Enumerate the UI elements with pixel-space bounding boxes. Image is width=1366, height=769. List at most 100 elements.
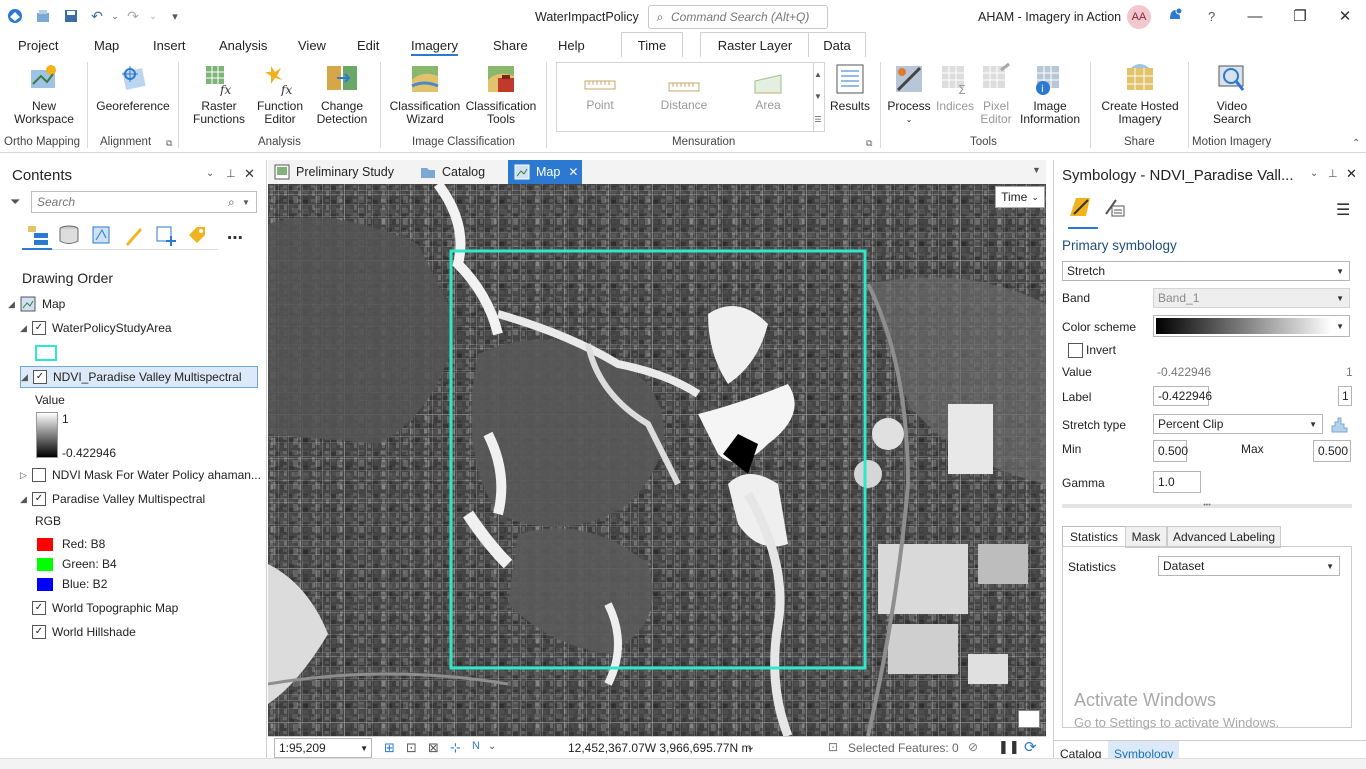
help-icon[interactable]: ? <box>1208 9 1215 24</box>
pause-drawing-icon[interactable]: ❚❚ <box>998 739 1020 755</box>
subtab-statistics[interactable]: Statistics <box>1062 526 1126 547</box>
statistics-dropdown[interactable]: Dataset ▼ <box>1158 556 1340 576</box>
tab-project[interactable]: Project <box>18 38 58 53</box>
filter-icon[interactable]: ⏷ <box>10 194 20 210</box>
layer-hillshade[interactable]: ✓ World Hillshade <box>32 622 136 642</box>
results-button[interactable]: Results <box>828 62 872 113</box>
label-input[interactable]: -0.422946 <box>1153 386 1212 406</box>
redo-icon[interactable]: ↷ <box>124 7 142 25</box>
collapse-ribbon-icon[interactable]: ⌃ <box>1352 138 1360 149</box>
change-detection-button[interactable]: Change Detection <box>312 62 372 126</box>
tab-share[interactable]: Share <box>493 38 528 53</box>
ndvi-imagery[interactable] <box>268 184 1046 736</box>
primary-symbology-tab-icon[interactable] <box>1068 194 1094 221</box>
undo-icon[interactable]: ↶ <box>88 7 106 25</box>
collapse-icon[interactable]: ◢ <box>20 323 30 334</box>
layer-visibility-checkbox[interactable]: ✓ <box>33 370 47 384</box>
scale-selector[interactable]: 1:95,209 ▼ <box>274 738 372 758</box>
close-window-icon[interactable]: ✕ <box>1330 4 1360 28</box>
layer-multispectral[interactable]: ◢ ✓ Paradise Valley Multispectral <box>20 489 205 509</box>
study-area-symbol[interactable] <box>35 345 57 361</box>
point-button[interactable]: Point <box>575 71 625 112</box>
measure-icon[interactable]: ⊠ <box>428 740 439 756</box>
tab-data[interactable]: Data <box>808 32 866 57</box>
collapse-icon[interactable]: ◢ <box>8 299 18 310</box>
search-dropdown-icon[interactable]: ▼ <box>242 198 256 207</box>
close-tab-icon[interactable]: ✕ <box>568 165 578 179</box>
north-arrow-icon[interactable]: N <box>472 740 480 752</box>
renderer-dropdown[interactable]: Stretch ▼ <box>1062 261 1350 281</box>
label-index-input[interactable]: 1 <box>1338 386 1352 406</box>
contents-search-input[interactable]: Search ⌕ ▼ <box>31 191 257 213</box>
ndvi-gradient-swatch[interactable] <box>36 412 58 458</box>
value-field[interactable]: -0.422946 <box>1157 365 1211 379</box>
list-by-editing-icon[interactable] <box>122 224 144 249</box>
tab-map[interactable]: Map <box>94 38 119 53</box>
map-overview-icon[interactable] <box>1018 710 1040 728</box>
distance-button[interactable]: Distance <box>657 71 711 112</box>
gallery-expand-icon[interactable]: ☰ <box>814 115 821 124</box>
list-by-selection-icon[interactable] <box>90 224 112 249</box>
close-pane-icon[interactable]: ✕ <box>1346 166 1357 182</box>
view-tab-preliminary-study[interactable]: Preliminary Study <box>274 160 414 184</box>
save-icon[interactable] <box>62 7 80 25</box>
expand-icon[interactable]: ▷ <box>20 470 30 481</box>
tab-insert[interactable]: Insert <box>153 38 186 53</box>
map-view[interactable]: Time ⌄ <box>268 184 1046 736</box>
layer-ndvi-mask[interactable]: ▷ NDVI Mask For Water Policy ahaman... <box>20 465 261 485</box>
map-node[interactable]: ◢ Map <box>8 294 65 314</box>
image-information-button[interactable]: i Image Information <box>1018 62 1082 126</box>
restore-icon[interactable]: ❐ <box>1285 4 1315 28</box>
indices-button[interactable]: Σ Indices <box>934 62 976 113</box>
gallery-up-icon[interactable]: ▲ <box>814 70 822 79</box>
area-button[interactable]: Area <box>745 71 791 112</box>
red-swatch[interactable] <box>37 537 53 551</box>
constraints-icon[interactable]: ⊹ <box>450 740 461 756</box>
color-scheme-dropdown[interactable]: ▼ <box>1153 315 1350 337</box>
collapse-icon[interactable]: ◢ <box>21 372 31 383</box>
classification-tools-button[interactable]: Classification Tools <box>464 62 538 126</box>
subtab-advanced-labeling[interactable]: Advanced Labeling <box>1167 526 1281 548</box>
tab-analysis[interactable]: Analysis <box>219 38 267 53</box>
minimize-icon[interactable]: — <box>1240 4 1270 28</box>
vary-symbology-tab-icon[interactable] <box>1102 196 1128 223</box>
pane-options-icon[interactable]: ⌄ <box>1310 168 1318 179</box>
classification-wizard-button[interactable]: Classification Wizard <box>388 62 462 126</box>
list-by-drawing-order-icon[interactable] <box>26 224 50 249</box>
process-dropdown-icon[interactable]: ⌄ <box>906 113 913 126</box>
coordinate-format-dropdown-icon[interactable]: ⌄ <box>746 740 755 753</box>
splitter-handle[interactable]: ••• <box>1062 502 1352 509</box>
tab-edit[interactable]: Edit <box>357 38 379 53</box>
collapse-icon[interactable]: ◢ <box>20 494 30 505</box>
alignment-launcher-icon[interactable]: ⧉ <box>166 138 172 149</box>
list-by-data-source-icon[interactable] <box>58 224 80 249</box>
layer-topographic[interactable]: ✓ World Topographic Map <box>32 598 178 618</box>
band-dropdown[interactable]: Band_1 ▼ <box>1153 288 1350 308</box>
hamburger-menu-icon[interactable]: ☰ <box>1336 200 1350 220</box>
pixel-editor-button[interactable]: Pixel Editor <box>978 62 1014 126</box>
new-workspace-button[interactable]: New Workspace <box>8 62 80 126</box>
layer-visibility-checkbox[interactable] <box>32 468 46 482</box>
max-input[interactable]: 0.500 <box>1313 440 1351 462</box>
list-by-labeling-icon[interactable] <box>186 224 208 249</box>
contents-options-icon[interactable]: ⌄ <box>206 168 214 179</box>
invert-checkbox[interactable] <box>1068 343 1083 358</box>
min-input[interactable]: 0.500 <box>1153 440 1188 462</box>
process-button[interactable]: Process ⌄ <box>886 62 932 126</box>
view-tab-catalog[interactable]: Catalog <box>420 160 500 184</box>
tab-imagery[interactable]: Imagery <box>411 38 458 56</box>
pin-icon[interactable]: ⊥ <box>1328 167 1338 180</box>
snapping-icon[interactable]: ⊡ <box>406 740 417 756</box>
grid-icon[interactable]: ⊞ <box>384 740 395 756</box>
tab-list-icon[interactable]: ▼ <box>1032 165 1041 175</box>
layer-visibility-checkbox[interactable]: ✓ <box>32 321 46 335</box>
refresh-icon[interactable]: ⟳ <box>1024 738 1037 756</box>
gamma-input[interactable]: 1.0 <box>1153 471 1201 493</box>
undo-dropdown-icon[interactable]: ⌄ <box>106 7 124 25</box>
stretch-type-dropdown[interactable]: Percent Clip ▼ <box>1153 414 1323 434</box>
new-project-icon[interactable] <box>34 7 52 25</box>
georeference-button[interactable]: Georeference <box>96 62 170 113</box>
more-options-icon[interactable]: ⋯ <box>227 228 243 248</box>
gallery-down-icon[interactable]: ▼ <box>814 92 822 101</box>
list-by-snapping-icon[interactable] <box>154 224 176 249</box>
